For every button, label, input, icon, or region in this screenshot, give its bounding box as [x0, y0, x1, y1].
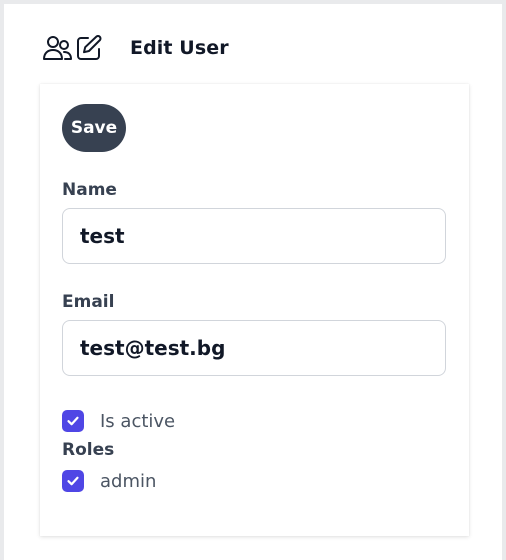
edit-user-form: Save Name Email Is active Roles admin	[40, 84, 469, 536]
users-icon	[42, 33, 72, 63]
page-header: Edit User	[42, 28, 229, 68]
roles-label: Roles	[62, 440, 115, 460]
is-active-label: Is active	[100, 410, 176, 432]
email-label: Email	[62, 292, 115, 312]
email-field[interactable]	[62, 320, 446, 376]
edit-user-page: Edit User Save Name Email Is active Role…	[4, 4, 502, 560]
checkmark-icon	[67, 476, 79, 486]
name-field[interactable]	[62, 208, 446, 264]
is-active-checkbox[interactable]	[62, 410, 84, 432]
name-label: Name	[62, 180, 117, 200]
admin-role-checkbox[interactable]	[62, 470, 84, 492]
edit-icon	[74, 33, 104, 63]
save-button[interactable]: Save	[62, 104, 126, 152]
checkmark-icon	[67, 416, 79, 426]
is-active-row: Is active	[62, 410, 175, 432]
admin-role-label: admin	[100, 470, 157, 492]
role-item-admin: admin	[62, 470, 156, 492]
page-title: Edit User	[130, 37, 229, 59]
